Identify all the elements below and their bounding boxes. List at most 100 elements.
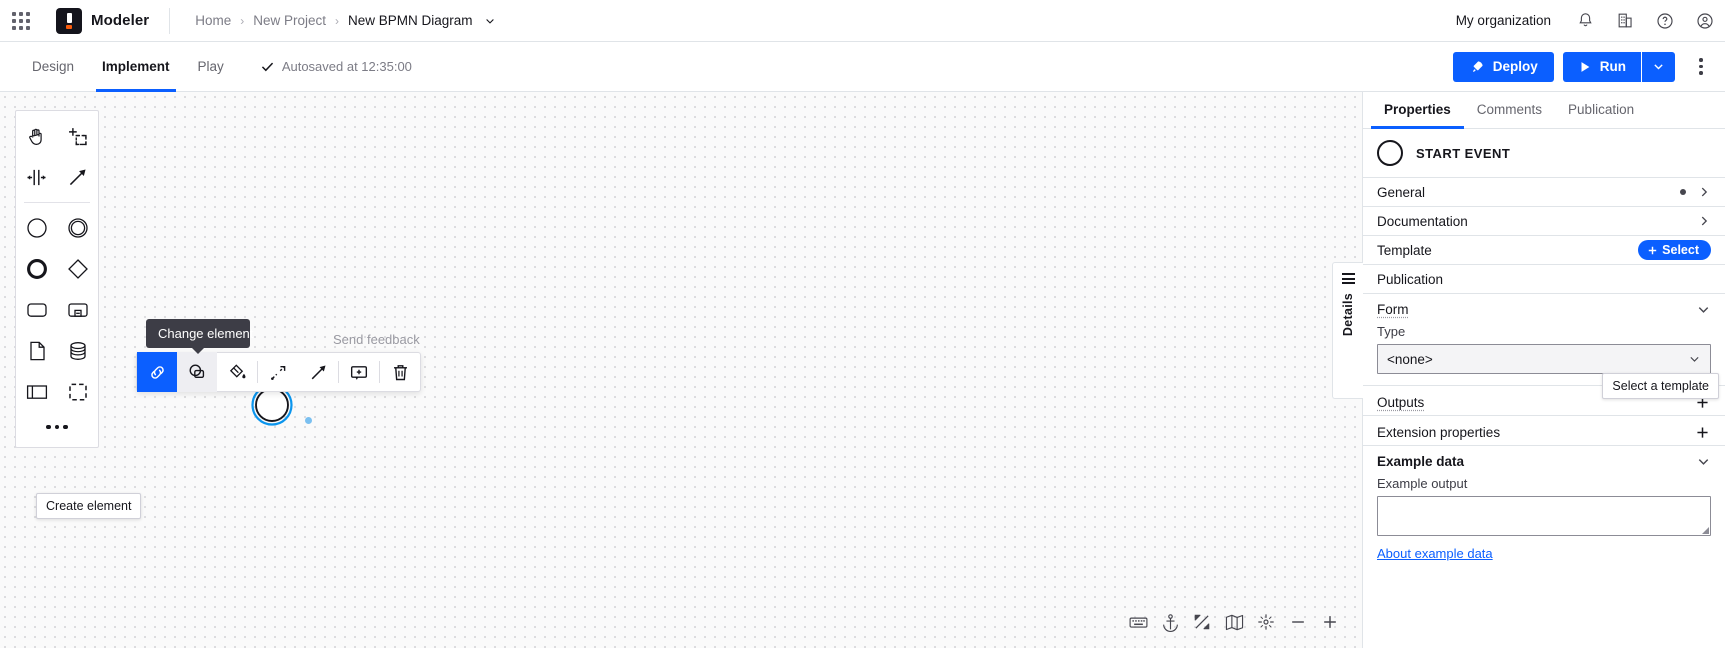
- start-event-icon: [1377, 140, 1403, 166]
- properties-sections: General Documentation: [1363, 178, 1725, 648]
- breadcrumb-item-project[interactable]: New Project: [253, 13, 326, 28]
- example-output-textarea[interactable]: [1377, 496, 1711, 536]
- tab-implement[interactable]: Implement: [88, 42, 184, 92]
- more-options-button[interactable]: [1683, 46, 1719, 88]
- data-store-icon: [66, 339, 90, 363]
- zoom-out-button[interactable]: [1284, 608, 1312, 636]
- organization-button[interactable]: [1605, 0, 1645, 42]
- tab-properties[interactable]: Properties: [1371, 92, 1464, 128]
- tab-play-label: Play: [198, 59, 224, 74]
- tab-publication[interactable]: Publication: [1555, 92, 1647, 128]
- help-button[interactable]: [1645, 0, 1685, 42]
- run-options-button[interactable]: [1642, 52, 1675, 82]
- keyboard-shortcuts-button[interactable]: [1124, 608, 1152, 636]
- palette-elements-group: [16, 207, 98, 412]
- group-example-data-header[interactable]: Example data: [1363, 446, 1725, 473]
- check-icon: [260, 59, 275, 74]
- minimap-button[interactable]: [1220, 608, 1248, 636]
- context-append-shape-button[interactable]: [177, 352, 217, 392]
- tab-design[interactable]: Design: [18, 42, 88, 92]
- hand-tool-icon: [25, 125, 48, 148]
- group-form-title: Form: [1377, 302, 1409, 317]
- context-append-gateway-button[interactable]: [258, 352, 298, 392]
- select-template-button[interactable]: Select: [1638, 240, 1711, 260]
- section-general[interactable]: General: [1363, 178, 1725, 207]
- chevron-down-icon[interactable]: [484, 15, 496, 27]
- context-connect-button[interactable]: [298, 352, 338, 392]
- chevron-down-icon: [1688, 353, 1701, 366]
- send-feedback-link[interactable]: Send feedback: [333, 332, 420, 347]
- group-icon: [66, 380, 90, 404]
- context-delete-button[interactable]: [380, 352, 420, 392]
- section-documentation-label: Documentation: [1377, 214, 1468, 229]
- group-form-header[interactable]: Form: [1363, 294, 1725, 321]
- palette-data-object[interactable]: [16, 330, 57, 371]
- fit-viewport-button[interactable]: [1188, 608, 1216, 636]
- group-extension-properties-header[interactable]: Extension properties: [1363, 416, 1725, 445]
- outgoing-connection-handle[interactable]: [305, 417, 312, 424]
- reset-zoom-button[interactable]: [1252, 608, 1280, 636]
- global-connect-tool-icon: [66, 166, 89, 189]
- palette-group[interactable]: [57, 371, 98, 412]
- palette-space-tool[interactable]: [16, 157, 57, 198]
- palette-lasso-tool[interactable]: [57, 116, 98, 157]
- palette-start-event[interactable]: [16, 207, 57, 248]
- context-change-element-button[interactable]: [137, 352, 177, 392]
- chevron-right-icon: [1697, 185, 1711, 199]
- breadcrumb-separator: ›: [240, 14, 244, 28]
- run-button[interactable]: Run: [1563, 52, 1641, 82]
- notifications-button[interactable]: [1565, 0, 1605, 42]
- palette-more-button[interactable]: [16, 412, 98, 442]
- section-publication-label: Publication: [1377, 272, 1443, 287]
- palette-connect-tool[interactable]: [57, 157, 98, 198]
- palette-gateway[interactable]: [57, 248, 98, 289]
- anchor-button[interactable]: [1156, 608, 1184, 636]
- palette-subprocess[interactable]: [57, 289, 98, 330]
- about-example-data-link[interactable]: About example data: [1377, 546, 1493, 561]
- palette-divider: [24, 202, 90, 203]
- organization-name[interactable]: My organization: [1456, 13, 1551, 28]
- tab-play[interactable]: Play: [184, 42, 238, 92]
- keyboard-shortcuts-icon: [1128, 612, 1149, 633]
- bpmn-canvas[interactable]: Create element Change element: [0, 92, 1362, 648]
- tab-comments[interactable]: Comments: [1464, 92, 1555, 128]
- section-template[interactable]: Template Select: [1363, 236, 1725, 265]
- plus-icon: [1647, 245, 1658, 256]
- breadcrumb-item-home[interactable]: Home: [195, 13, 231, 28]
- deploy-button[interactable]: Deploy: [1453, 52, 1554, 82]
- palette-hand-tool[interactable]: [16, 116, 57, 157]
- breadcrumb-item-diagram[interactable]: New BPMN Diagram: [348, 13, 473, 28]
- add-extension-property-button[interactable]: [1694, 424, 1711, 441]
- zoom-in-button[interactable]: [1316, 608, 1344, 636]
- grid-apps-icon: [12, 12, 30, 30]
- user-account-button[interactable]: [1685, 0, 1725, 42]
- editor-mode-tabs: Design Implement Play: [18, 42, 238, 92]
- autosave-status: Autosaved at 12:35:00: [260, 59, 412, 74]
- tab-publication-label: Publication: [1568, 102, 1634, 117]
- section-documentation-right: [1697, 214, 1711, 228]
- type-select-value: <none>: [1387, 352, 1433, 367]
- example-output-label: Example output: [1377, 476, 1711, 491]
- fit-viewport-icon: [1192, 612, 1212, 632]
- details-side-tab[interactable]: Details: [1332, 262, 1363, 399]
- type-select[interactable]: <none>: [1377, 344, 1711, 374]
- palette-end-event[interactable]: [16, 248, 57, 289]
- group-extension-properties-title: Extension properties: [1377, 425, 1500, 440]
- section-documentation[interactable]: Documentation: [1363, 207, 1725, 236]
- context-append-annotation-button[interactable]: [339, 352, 379, 392]
- section-publication[interactable]: Publication: [1363, 265, 1725, 294]
- breadcrumb: Home › New Project › New BPMN Diagram: [195, 13, 495, 28]
- selected-element-type: START EVENT: [1416, 146, 1510, 161]
- palette-task[interactable]: [16, 289, 57, 330]
- user-account-icon: [1695, 11, 1715, 31]
- palette-data-store[interactable]: [57, 330, 98, 371]
- anchor-icon: [1160, 612, 1181, 633]
- group-example-data-body: Example output About example data: [1363, 473, 1725, 574]
- apps-grid-button[interactable]: [0, 0, 42, 42]
- palette-intermediate-event[interactable]: [57, 207, 98, 248]
- context-set-color-button[interactable]: [217, 352, 257, 392]
- plus-icon: [1695, 425, 1710, 440]
- brand-home-link[interactable]: Modeler: [56, 8, 149, 34]
- palette-participant[interactable]: [16, 371, 57, 412]
- chevron-down-icon: [1696, 454, 1711, 469]
